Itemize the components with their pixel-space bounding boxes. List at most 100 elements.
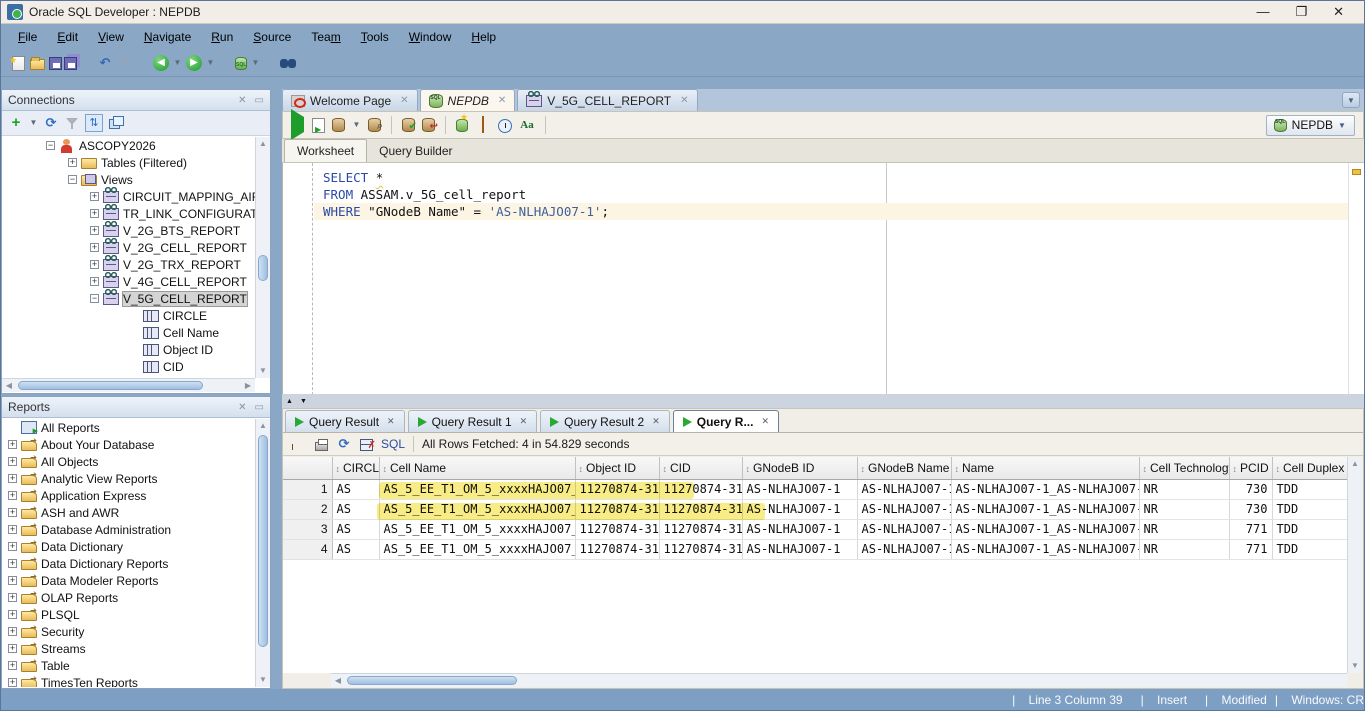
tree-item-views[interactable]: − Views xyxy=(2,171,255,188)
results-horizontal-scrollbar[interactable]: ◀ xyxy=(331,673,1347,687)
expander-icon[interactable]: + xyxy=(8,491,17,500)
code-line[interactable]: FROM ASSAM.v_5G_cell_report xyxy=(314,186,1348,203)
sort-icon[interactable]: ↕ xyxy=(383,464,388,474)
table-cell[interactable]: 11270874-311 xyxy=(575,479,659,499)
expander-icon[interactable]: + xyxy=(68,158,77,167)
expander-icon[interactable]: + xyxy=(8,610,17,619)
expander-icon[interactable]: + xyxy=(90,209,99,218)
table-cell[interactable]: AS_5_EE_T1_OM_5_xxxxHAJO07_A xyxy=(379,499,575,519)
reports-vertical-scrollbar[interactable]: ▲▼ xyxy=(255,419,270,687)
editor-tab-v-5g-cell-report[interactable]: V_5G_CELL_REPORT ✕ xyxy=(517,89,697,111)
menu-item-help[interactable]: Help xyxy=(462,27,505,47)
filter-icon[interactable] xyxy=(64,115,80,131)
column-header[interactable]: ↕Cell Name xyxy=(379,457,575,479)
tree-item-timesten-reports[interactable]: + TimesTen Reports xyxy=(2,674,255,687)
column-header[interactable] xyxy=(283,457,332,479)
sort-icon[interactable]: ↕ xyxy=(336,464,341,474)
expander-icon[interactable]: + xyxy=(8,593,17,602)
sql-history-icon[interactable] xyxy=(498,119,512,133)
refresh-icon[interactable]: ⟳ xyxy=(43,115,59,131)
expander-icon[interactable]: + xyxy=(90,226,99,235)
table-cell[interactable]: AS_5_EE_T1_OM_5_xxxxHAJO07_B xyxy=(379,539,575,559)
table-cell[interactable]: AS-NLHAJO07-1 xyxy=(857,519,951,539)
new-connection-icon[interactable] xyxy=(235,57,247,70)
expander-icon[interactable]: + xyxy=(8,678,17,687)
expander-icon[interactable]: + xyxy=(8,457,17,466)
expander-icon[interactable]: + xyxy=(90,277,99,286)
tree-item-v-2g-bts-report[interactable]: + V_2G_BTS_REPORT xyxy=(2,222,255,239)
menu-item-file[interactable]: File xyxy=(9,27,46,47)
tree-item-application-express[interactable]: + Application Express xyxy=(2,487,255,504)
rollback-icon[interactable] xyxy=(422,118,435,132)
expander-icon[interactable]: + xyxy=(90,243,99,252)
tree-item-all-objects[interactable]: + All Objects xyxy=(2,453,255,470)
menu-item-view[interactable]: View xyxy=(89,27,133,47)
close-tab-icon[interactable]: ✕ xyxy=(400,95,408,106)
save-icon[interactable] xyxy=(49,57,62,70)
commit-icon[interactable] xyxy=(402,118,415,132)
column-header[interactable]: ↕CIRCLE xyxy=(332,457,379,479)
table-cell[interactable]: AS-NLHAJO07-1 xyxy=(742,539,857,559)
close-tab-icon[interactable]: ✕ xyxy=(761,416,769,427)
connections-horizontal-scrollbar[interactable]: ◀▶ xyxy=(2,378,255,392)
sort-icon[interactable]: ↕ xyxy=(746,464,751,474)
tree-item-olap-reports[interactable]: + OLAP Reports xyxy=(2,589,255,606)
table-cell[interactable]: NR xyxy=(1139,519,1229,539)
sort-icon[interactable]: ↕ xyxy=(955,464,960,474)
tree-item-data-dictionary[interactable]: + Data Dictionary xyxy=(2,538,255,555)
row-number-cell[interactable]: 4 xyxy=(283,539,332,559)
expander-icon[interactable]: + xyxy=(90,260,99,269)
sort-icon[interactable]: ↕ xyxy=(1233,464,1238,474)
editor-tab-nepdb[interactable]: NEPDB ✕ xyxy=(420,89,516,111)
minimize-panel-icon[interactable]: ▭ xyxy=(255,95,264,106)
autotrace-dropdown-icon[interactable]: ▼ xyxy=(352,117,361,133)
close-tab-icon[interactable]: ✕ xyxy=(520,416,528,427)
print-icon[interactable] xyxy=(315,442,328,451)
table-cell[interactable]: AS xyxy=(332,519,379,539)
tree-item-circle[interactable]: CIRCLE xyxy=(2,307,255,324)
refresh-results-icon[interactable]: ⟳ xyxy=(336,436,352,452)
column-header[interactable]: ↕GNodeB ID xyxy=(742,457,857,479)
table-cell[interactable]: 11270874-311 xyxy=(659,499,742,519)
menu-item-team[interactable]: Team xyxy=(302,27,349,47)
table-cell[interactable]: NR xyxy=(1139,539,1229,559)
menu-item-window[interactable]: Window xyxy=(400,27,461,47)
open-file-icon[interactable] xyxy=(30,59,45,70)
expander-icon[interactable]: + xyxy=(8,627,17,636)
connections-vertical-scrollbar[interactable]: ▲▼ xyxy=(255,137,270,378)
row-number-cell[interactable]: 1 xyxy=(283,479,332,499)
scroll-thumb[interactable] xyxy=(258,435,268,647)
connection-selector[interactable]: NEPDB ▼ xyxy=(1266,115,1355,136)
table-cell[interactable]: AS-NLHAJO07-1_AS-NLHAJO07-1 xyxy=(951,539,1139,559)
restore-button[interactable]: ❐ xyxy=(1295,2,1307,22)
tree-item-v-5g-cell-report[interactable]: − V_5G_CELL_REPORT xyxy=(2,290,255,307)
connection-dropdown-icon[interactable]: ▼ xyxy=(251,55,260,71)
tab-overflow-chevron-icon[interactable]: ▼ xyxy=(1342,92,1360,108)
code-line[interactable]: SELECT * xyxy=(314,169,1348,186)
table-cell[interactable]: TDD xyxy=(1272,479,1347,499)
table-cell[interactable]: 11270874-312 xyxy=(575,519,659,539)
tree-item-circuit-mapping-airtel-[interactable]: + CIRCUIT_MAPPING_AIRTEL_ xyxy=(2,188,255,205)
table-row[interactable]: 2ASAS_5_EE_T1_OM_5_xxxxHAJO07_A11270874-… xyxy=(283,499,1347,519)
clear-icon[interactable] xyxy=(482,116,484,133)
tree-item-about-your-database[interactable]: + About Your Database xyxy=(2,436,255,453)
autotrace-icon[interactable] xyxy=(332,118,345,132)
close-tab-icon[interactable]: ✕ xyxy=(652,416,660,427)
horizontal-splitter[interactable]: ▲ ▼ xyxy=(282,394,1364,408)
table-cell[interactable]: 11270874-311 xyxy=(575,499,659,519)
table-cell[interactable]: 11270874-311 xyxy=(659,479,742,499)
add-connection-dropdown-icon[interactable]: ▼ xyxy=(29,115,38,131)
sort-icon[interactable]: ⇅ xyxy=(85,114,103,132)
tree-item-analytic-view-reports[interactable]: + Analytic View Reports xyxy=(2,470,255,487)
menu-item-navigate[interactable]: Navigate xyxy=(135,27,200,47)
sort-icon[interactable]: ↕ xyxy=(1143,464,1148,474)
search-icon[interactable] xyxy=(280,55,296,71)
sort-icon[interactable]: ↕ xyxy=(1276,464,1281,474)
tree-item-security[interactable]: + Security xyxy=(2,623,255,640)
table-cell[interactable]: 11270874-312 xyxy=(659,519,742,539)
table-cell[interactable]: 11270874-312 xyxy=(575,539,659,559)
table-cell[interactable]: AS-NLHAJO07-1 xyxy=(742,519,857,539)
table-cell[interactable]: AS xyxy=(332,499,379,519)
expander-icon[interactable]: + xyxy=(8,525,17,534)
run-script-icon[interactable] xyxy=(312,118,325,133)
